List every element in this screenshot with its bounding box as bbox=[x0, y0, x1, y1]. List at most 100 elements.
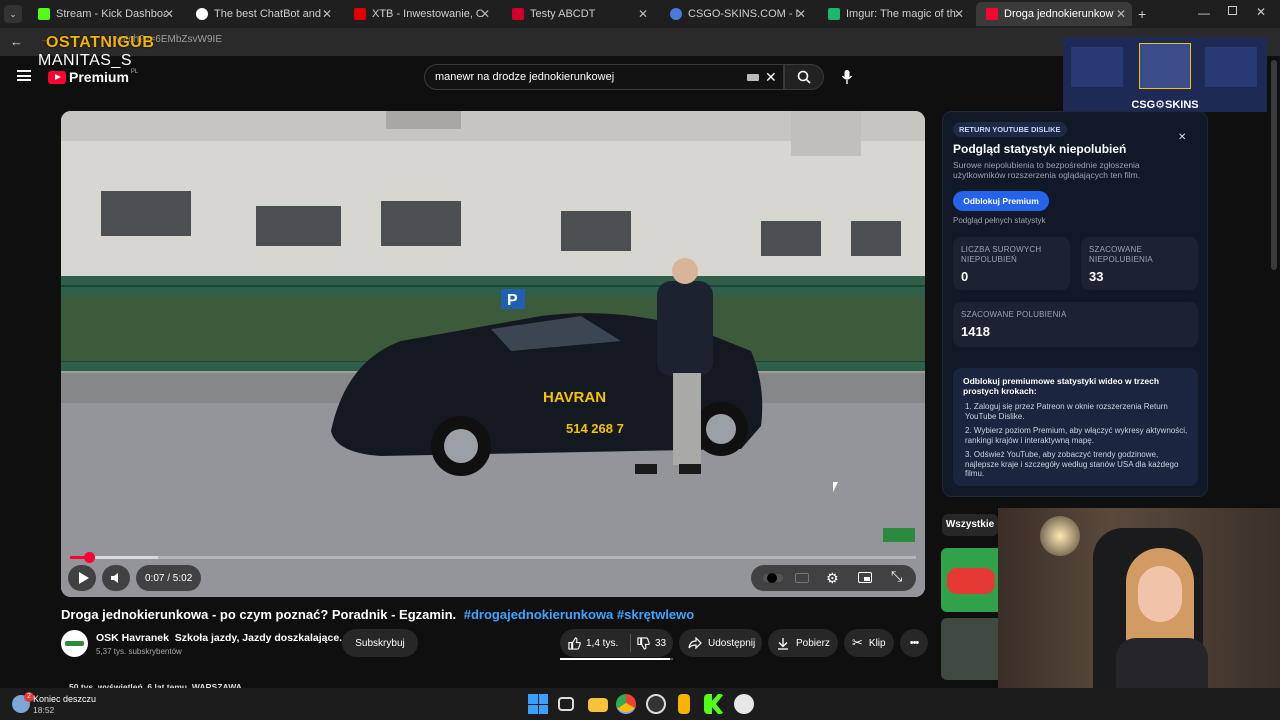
recommended-thumbnail[interactable] bbox=[941, 548, 999, 612]
webcam-person-body bbox=[1116, 638, 1208, 688]
car-brand-text: HAVRAN bbox=[543, 389, 606, 406]
close-icon[interactable]: ✕ bbox=[954, 7, 964, 21]
discord-like-icon[interactable] bbox=[734, 694, 754, 714]
time-display: 0:07 / 5:02 bbox=[136, 565, 202, 591]
skin-card bbox=[1071, 47, 1123, 87]
task-view-icon[interactable] bbox=[558, 697, 574, 711]
est-likes-box: SZACOWANE POLUBIENIA 1418 bbox=[953, 302, 1198, 347]
minimize-button[interactable]: — bbox=[1198, 6, 1210, 20]
progress-track[interactable] bbox=[70, 556, 916, 559]
play-icon bbox=[78, 572, 89, 584]
channel-logo-icon bbox=[65, 641, 84, 646]
search-input[interactable]: manewr na drodze jednokierunkowej bbox=[435, 71, 614, 83]
csgo-skins-overlay: CSG⚙SKINS bbox=[1063, 37, 1267, 112]
tab-menu-button[interactable]: ⌄ bbox=[4, 5, 22, 23]
raw-dislikes-value: 0 bbox=[961, 269, 969, 284]
dislike-count: 33 bbox=[655, 637, 667, 649]
unlock-premium-button[interactable]: Odblokuj Premium bbox=[953, 191, 1049, 211]
download-button[interactable]: Pobierz bbox=[768, 629, 838, 657]
close-icon[interactable]: ✕ bbox=[796, 7, 806, 21]
chrome-icon[interactable] bbox=[616, 694, 636, 714]
windows-start-icon[interactable] bbox=[528, 694, 548, 714]
settings-gear-icon[interactable]: ⚙ bbox=[826, 570, 839, 587]
theater-mode-icon[interactable] bbox=[858, 572, 872, 583]
recommended-thumbnail[interactable] bbox=[941, 618, 999, 680]
abcdt-icon bbox=[512, 8, 524, 20]
play-button[interactable] bbox=[68, 565, 96, 591]
est-likes-value: 1418 bbox=[961, 324, 990, 339]
channel-avatar[interactable] bbox=[61, 630, 88, 657]
obs-icon[interactable] bbox=[646, 694, 666, 714]
close-icon[interactable]: ✕ bbox=[164, 7, 174, 21]
search-button[interactable] bbox=[784, 64, 824, 90]
download-icon bbox=[778, 637, 788, 650]
scissors-icon: ✂ bbox=[852, 635, 863, 650]
like-ratio-fill bbox=[560, 658, 670, 660]
svg-text:P: P bbox=[507, 292, 518, 309]
channel-name[interactable]: OSK Havranek Szkoła jazdy, Jazdy doszkal… bbox=[96, 632, 342, 644]
rypd-description: Surowe niepolubienia to bezpośrednie zgł… bbox=[953, 160, 1141, 180]
csgo-icon bbox=[670, 8, 682, 20]
right-controls: ⚙ ⤡ bbox=[751, 565, 916, 591]
chatbot-icon bbox=[196, 8, 208, 20]
step-3: 3. Odśwież YouTube, aby zobaczyć trendy … bbox=[965, 450, 1179, 478]
menu-icon[interactable] bbox=[17, 70, 31, 81]
progress-scrubber[interactable] bbox=[84, 552, 95, 563]
thumbs-down-icon bbox=[637, 636, 650, 650]
file-explorer-icon[interactable] bbox=[588, 698, 608, 712]
clip-button[interactable]: ✂ Klip bbox=[844, 629, 894, 657]
notes-app-icon[interactable] bbox=[678, 694, 690, 714]
premium-steps-box: Odblokuj premiumowe statystyki wideo w t… bbox=[953, 368, 1198, 486]
return-dislike-panel: RETURN YOUTUBE DISLIKE ✕ Podgląd statyst… bbox=[942, 111, 1208, 497]
thumbnail-car bbox=[947, 568, 995, 594]
browser-tab[interactable]: Testy ABCDT ✕ bbox=[502, 2, 654, 26]
video-player[interactable]: P HAVRAN 514 268 7 0:07 / 5:02 ⚙ ⤡ bbox=[61, 111, 925, 597]
close-panel-icon[interactable]: ✕ bbox=[1178, 132, 1186, 143]
car-phone-text: 514 268 7 bbox=[566, 421, 624, 436]
close-icon[interactable]: ✕ bbox=[480, 7, 490, 21]
browser-tab[interactable]: Imgur: The magic of the Intern✕ bbox=[818, 2, 970, 26]
youtube-logo[interactable]: Premium PL bbox=[48, 69, 138, 85]
keyboard-icon[interactable] bbox=[747, 74, 759, 81]
filter-chip-all[interactable]: Wszystkie bbox=[942, 514, 998, 536]
raw-dislikes-box: LICZBA SUROWYCH NIEPOLUBIEŃ 0 bbox=[953, 237, 1070, 290]
autoplay-toggle[interactable] bbox=[763, 573, 783, 583]
browser-tabbar: ⌄ Stream - Kick Dashboard✕ The best Chat… bbox=[0, 0, 1280, 28]
back-arrow-icon[interactable]: ← bbox=[10, 34, 23, 49]
voice-search-button[interactable] bbox=[834, 64, 860, 90]
fullscreen-icon[interactable]: ⤡ bbox=[891, 568, 902, 585]
maximize-button[interactable] bbox=[1228, 6, 1237, 15]
video-title-text: Droga jednokierunkowa - po czym poznać? … bbox=[61, 607, 457, 622]
browser-tab[interactable]: XTB - Inwestowanie, Oszczędn✕ bbox=[344, 2, 496, 26]
skin-card-highlight bbox=[1139, 43, 1191, 89]
page-scrollbar[interactable] bbox=[1271, 60, 1277, 270]
subtitles-icon[interactable] bbox=[795, 573, 809, 583]
download-label: Pobierz bbox=[796, 637, 830, 649]
close-window-button[interactable]: ✕ bbox=[1256, 5, 1266, 19]
browser-tab[interactable]: CSGO-SKINS.COM - Najlepsze✕ bbox=[660, 2, 812, 26]
new-tab-button[interactable]: + bbox=[1138, 6, 1146, 22]
csgo-skins-label: CSG⚙SKINS bbox=[1131, 99, 1199, 111]
more-actions-button[interactable]: ••• bbox=[900, 629, 928, 657]
video-hashtags[interactable]: #drogajednokierunkowa #skrętwlewo bbox=[464, 607, 694, 622]
browser-tab[interactable]: The best ChatBot and Widgets✕ bbox=[186, 2, 338, 26]
volume-icon bbox=[111, 573, 118, 583]
stream-brand-top: OSTATNIGUB bbox=[46, 34, 155, 51]
kick-app-icon[interactable] bbox=[704, 694, 724, 714]
clear-search-icon[interactable]: ✕ bbox=[765, 69, 777, 86]
clip-label: Klip bbox=[868, 637, 886, 649]
browser-tab[interactable]: Stream - Kick Dashboard✕ bbox=[28, 2, 180, 26]
dislike-button[interactable]: 33 bbox=[631, 629, 666, 657]
mouse-cursor bbox=[833, 482, 838, 492]
subscribe-button[interactable]: Subskrybuj bbox=[342, 629, 418, 657]
like-button[interactable]: 1,4 tys. bbox=[560, 629, 630, 657]
stream-brand-bottom: MANITAS_S bbox=[38, 52, 132, 69]
browser-tab-active[interactable]: Droga jednokierunkowa - p✕ bbox=[976, 2, 1132, 26]
share-button[interactable]: Udostępnij bbox=[679, 629, 762, 657]
close-icon[interactable]: ✕ bbox=[322, 7, 332, 21]
mute-button[interactable] bbox=[102, 565, 130, 591]
close-icon[interactable]: ✕ bbox=[638, 7, 648, 21]
search-box[interactable]: manewr na drodze jednokierunkowej ✕ bbox=[424, 64, 784, 90]
rypd-title: Podgląd statystyk niepolubień bbox=[953, 142, 1127, 156]
close-icon[interactable]: ✕ bbox=[1116, 7, 1126, 21]
